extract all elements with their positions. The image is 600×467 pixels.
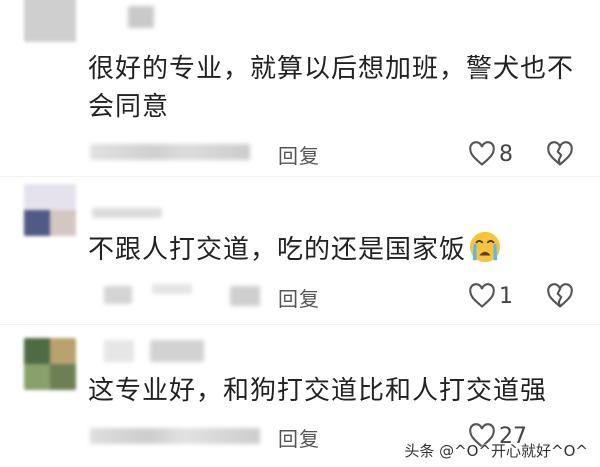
comment-meta-blurred xyxy=(104,286,132,304)
comment-meta-blurred xyxy=(90,144,250,160)
username-blurred[interactable] xyxy=(128,6,154,28)
broken-heart-icon[interactable] xyxy=(546,283,574,309)
watermark: 头条 @^O^开心就好^O^ xyxy=(404,442,588,460)
comment-meta-blurred xyxy=(90,428,260,444)
username-blurred[interactable] xyxy=(150,340,204,362)
avatar[interactable] xyxy=(24,0,76,42)
heart-icon xyxy=(469,283,495,308)
comment-text: 这专业好，和狗打交道比和人打交道强 xyxy=(88,376,548,406)
comment-text: 不跟人打交道，吃的还是国家饭 xyxy=(88,230,578,269)
reply-button[interactable]: 回复 xyxy=(278,140,320,169)
divider xyxy=(0,324,600,325)
comment-meta-blurred xyxy=(152,284,192,294)
like-button[interactable]: 8 xyxy=(468,140,513,168)
comment-text: 很好的专业，就算以后想加班，警犬也不会同意 xyxy=(88,54,575,122)
comment-text-content: 不跟人打交道，吃的还是国家饭 xyxy=(88,235,467,265)
loudly-crying-face-emoji xyxy=(469,231,501,263)
reply-button[interactable]: 回复 xyxy=(278,423,320,452)
username-blurred[interactable] xyxy=(104,340,134,362)
heart-icon xyxy=(469,141,495,166)
broken-heart-icon[interactable] xyxy=(546,141,574,167)
reply-button[interactable]: 回复 xyxy=(278,283,320,312)
avatar[interactable] xyxy=(24,184,76,236)
divider xyxy=(0,176,600,177)
like-count: 8 xyxy=(499,141,513,167)
avatar[interactable] xyxy=(24,338,76,390)
like-count: 1 xyxy=(499,283,513,309)
comment-meta-blurred xyxy=(230,286,260,306)
like-button[interactable]: 1 xyxy=(468,282,513,310)
username-blurred[interactable] xyxy=(92,208,162,218)
